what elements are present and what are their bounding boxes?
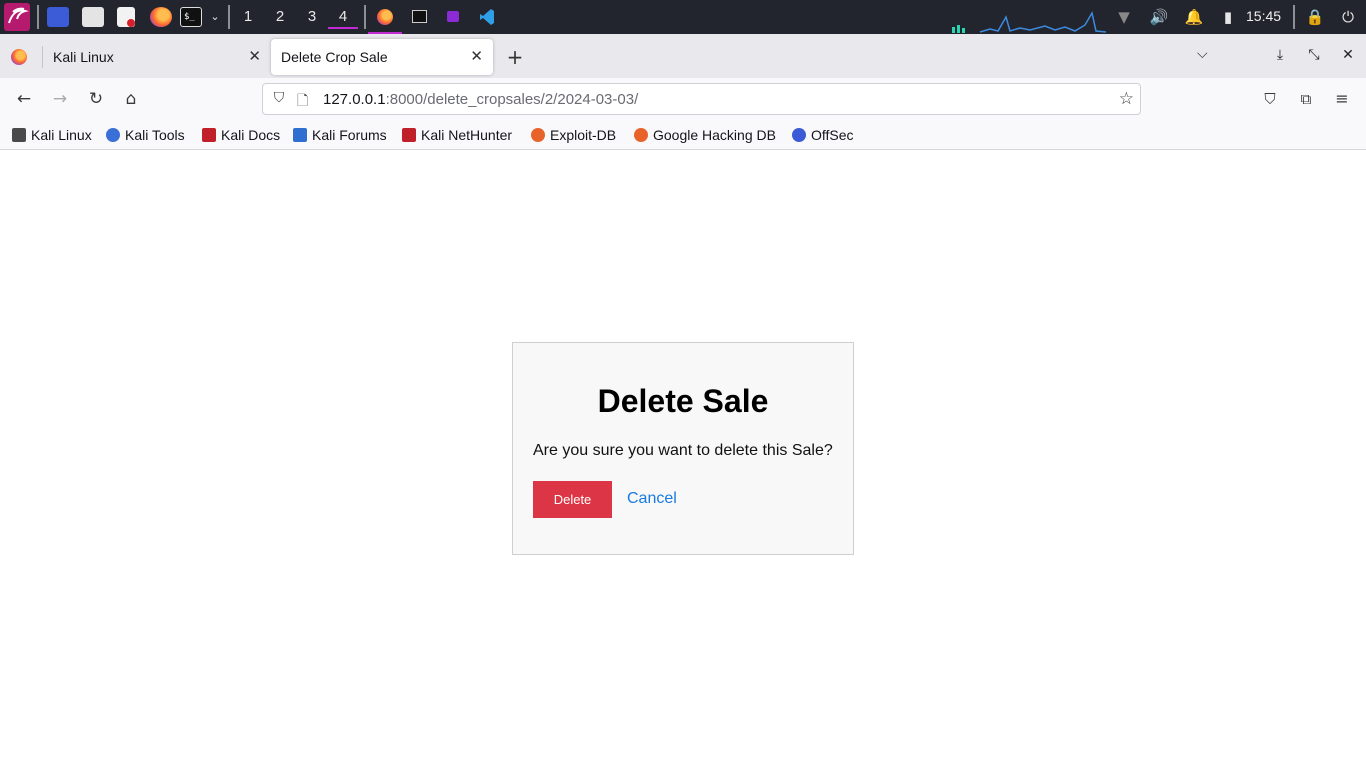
panel-separator <box>228 5 230 29</box>
workspace-4[interactable]: 4 <box>328 7 358 29</box>
battery-icon[interactable]: ▮ <box>1218 8 1238 26</box>
bookmark-google-hacking-db[interactable]: Google Hacking DB <box>634 126 776 144</box>
reload-icon[interactable]: ↻ <box>85 88 107 110</box>
bookmark-label: Kali Forums <box>312 127 387 143</box>
file-manager-icon[interactable] <box>82 7 104 27</box>
tab-delete-crop-sale[interactable]: Delete Crop Sale ✕ <box>271 39 493 75</box>
firefox-view-icon[interactable] <box>11 49 27 65</box>
panel-separator <box>37 5 39 29</box>
vscode-icon <box>480 9 494 25</box>
bookmark-label: Google Hacking DB <box>653 127 776 143</box>
bookmarks-bar: Kali Linux Kali Tools Kali Docs Kali For… <box>0 120 1366 150</box>
url-bar[interactable]: ⛉ 🗋 127.0.0.1:8000/delete_cropsales/2/20… <box>262 83 1141 115</box>
app-window-button[interactable] <box>436 0 470 34</box>
pocket-icon[interactable]: ⛉ <box>1259 88 1281 110</box>
new-tab-plus-icon[interactable]: + <box>504 45 526 69</box>
extensions-icon[interactable]: ⧉ <box>1295 88 1317 110</box>
hamburger-menu-icon[interactable]: ≡ <box>1331 88 1353 110</box>
text-editor-icon[interactable] <box>117 7 135 27</box>
bookmark-label: Kali Linux <box>31 127 92 143</box>
firefox-icon[interactable] <box>150 7 172 27</box>
panel-separator <box>1293 5 1295 29</box>
cancel-link[interactable]: Cancel <box>627 490 677 508</box>
vscode-window-button[interactable] <box>470 0 504 34</box>
back-arrow-icon[interactable]: ← <box>13 88 35 110</box>
power-icon[interactable]: ⏻ <box>1338 8 1358 26</box>
tab-strip: Kali Linux ✕ Delete Crop Sale ✕ + ⌵ ⤓ ⤡ … <box>0 34 1366 78</box>
workspace-2[interactable]: 2 <box>265 7 295 29</box>
page-icon[interactable]: 🗋 <box>297 90 311 109</box>
url-input[interactable]: 127.0.0.1:8000/delete_cropsales/2/2024-0… <box>323 91 638 108</box>
terminal-window-button[interactable] <box>402 0 436 34</box>
bookmark-label: Kali NetHunter <box>421 127 513 143</box>
network-icon[interactable]: ▼ <box>1114 8 1134 26</box>
firefox-window-button[interactable] <box>368 0 402 34</box>
forward-arrow-icon[interactable]: → <box>49 88 71 110</box>
bookmark-kali-forums[interactable]: Kali Forums <box>293 126 387 144</box>
workspace-3[interactable]: 3 <box>297 7 327 29</box>
bookmark-kali-tools[interactable]: Kali Tools <box>106 126 185 144</box>
confirm-message: Are you sure you want to delete this Sal… <box>533 442 833 459</box>
workspace-1[interactable]: 1 <box>233 7 263 29</box>
url-path: :8000/delete_cropsales/2/2024-03-03/ <box>385 91 639 108</box>
bookmark-exploit-db[interactable]: Exploit-DB <box>531 126 616 144</box>
panel-separator <box>364 5 366 29</box>
chevron-down-icon[interactable]: ⌄ <box>205 8 225 26</box>
bookmark-label: OffSec <box>811 127 854 143</box>
bookmark-kali-docs[interactable]: Kali Docs <box>202 126 280 144</box>
system-panel: $_ ⌄ 1 2 3 4 ▼ 🔊 🔔 ▮ 15:45 🔒 ⏻ <box>0 0 1366 34</box>
bookmark-offsec[interactable]: OffSec <box>792 126 854 144</box>
terminal-window-icon <box>412 10 427 23</box>
kali-dragon-icon[interactable] <box>4 3 30 31</box>
delete-confirm-card: Delete Sale Are you sure you want to del… <box>512 342 854 555</box>
nav-bar: ← → ↻ ⌂ ⛉ 🗋 127.0.0.1:8000/delete_cropsa… <box>0 78 1366 120</box>
desktop-icon[interactable] <box>47 7 69 27</box>
tab-kali-linux[interactable]: Kali Linux ✕ <box>43 39 271 75</box>
kali-forums-icon <box>293 128 307 142</box>
page-title: Delete Sale <box>597 383 769 419</box>
close-icon[interactable]: ✕ <box>470 47 483 65</box>
restore-icon[interactable]: ⤡ <box>1305 47 1323 63</box>
window-close-icon[interactable]: ✕ <box>1339 47 1357 63</box>
download-icon[interactable]: ⤓ <box>1271 47 1289 63</box>
app-window-icon <box>447 11 459 22</box>
bookmark-label: Kali Docs <box>221 127 281 143</box>
page-content: Delete Sale Are you sure you want to del… <box>0 151 1366 768</box>
shield-icon[interactable]: ⛉ <box>271 90 287 108</box>
chevron-down-icon[interactable]: ⌵ <box>1197 46 1208 62</box>
google-hacking-db-icon <box>634 128 648 142</box>
kali-docs-icon <box>202 128 216 142</box>
offsec-icon <box>792 128 806 142</box>
bookmark-kali-nethunter[interactable]: Kali NetHunter <box>402 126 512 144</box>
panel-clock[interactable]: 15:45 <box>1246 8 1281 24</box>
cpu-graph <box>952 10 1106 33</box>
bookmark-star-icon[interactable]: ☆ <box>1119 89 1134 109</box>
kali-tools-icon <box>106 128 120 142</box>
firefox-window-icon <box>377 9 393 25</box>
kali-nethunter-icon <box>402 128 416 142</box>
delete-button[interactable]: Delete <box>533 481 612 518</box>
terminal-icon[interactable]: $_ <box>180 7 202 27</box>
lock-icon[interactable]: 🔒 <box>1305 8 1325 26</box>
volume-icon[interactable]: 🔊 <box>1149 8 1169 26</box>
home-icon[interactable]: ⌂ <box>120 88 142 110</box>
tab-label: Kali Linux <box>53 49 114 65</box>
url-host: 127.0.0.1 <box>323 91 386 108</box>
bookmark-label: Kali Tools <box>125 127 185 143</box>
exploit-db-icon <box>531 128 545 142</box>
svg-text:$_: $_ <box>184 12 195 22</box>
tab-label: Delete Crop Sale <box>281 49 388 65</box>
bookmark-label: Exploit-DB <box>550 127 617 143</box>
notification-bell-icon[interactable]: 🔔 <box>1184 8 1204 26</box>
bookmark-kali-linux[interactable]: Kali Linux <box>12 126 92 144</box>
kali-dragon-icon <box>12 128 26 142</box>
close-icon[interactable]: ✕ <box>248 47 261 65</box>
